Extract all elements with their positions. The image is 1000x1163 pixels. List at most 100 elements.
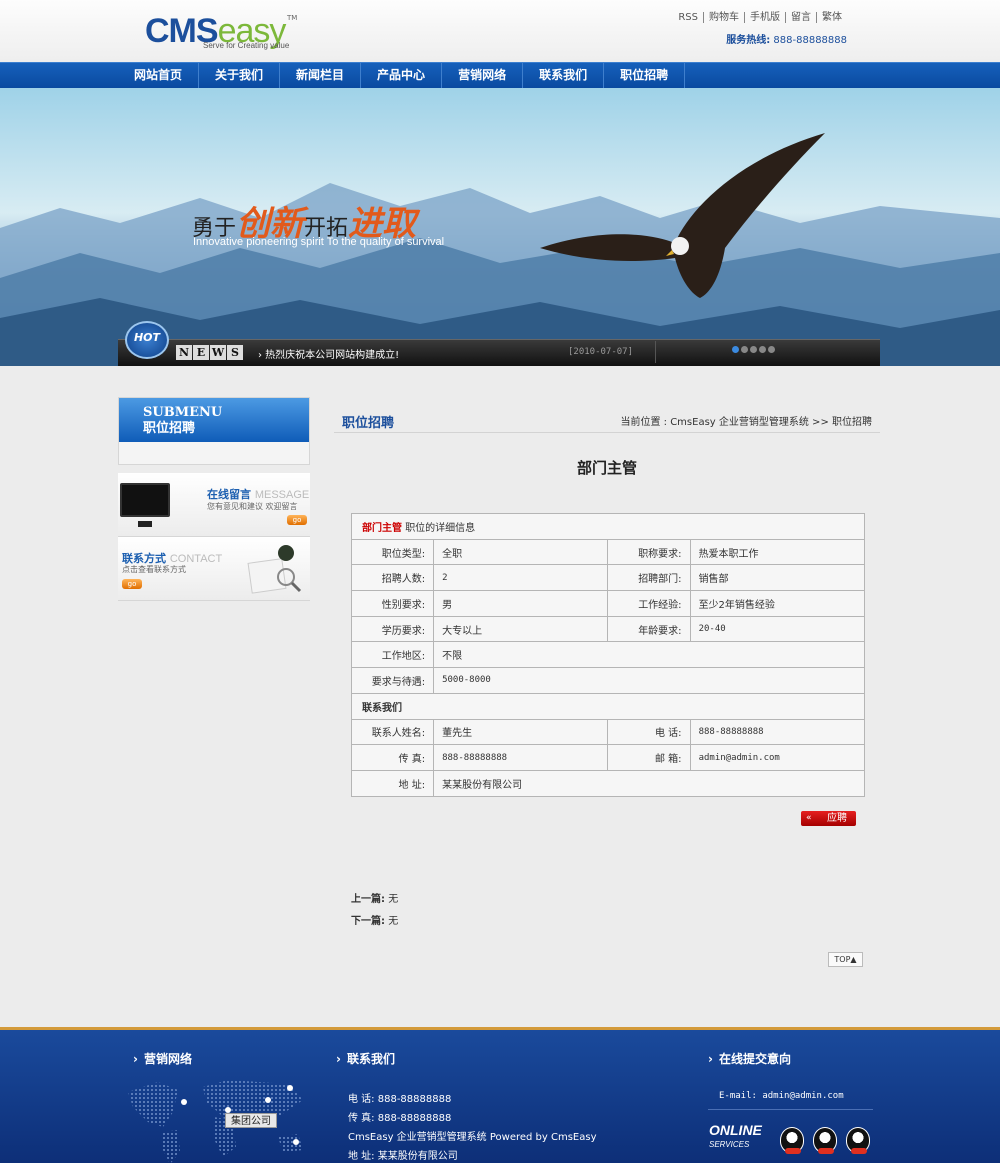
qq-penguin-icon-1[interactable] (780, 1127, 804, 1154)
guestbook-link[interactable]: 留言 (785, 12, 816, 23)
job-title: 部门主管 (576, 459, 637, 477)
submenu-box: SUBMENU 职位招聘 (118, 397, 310, 465)
fax-value: 888-88888888 (433, 744, 609, 771)
slider-dot-2[interactable] (741, 346, 748, 353)
qq-penguin-icon-2[interactable] (813, 1127, 837, 1154)
salary-label: 要求与待遇: (350, 667, 435, 694)
cmseasy-logo[interactable]: CMSeasy TM Serve for Creating value (145, 12, 305, 52)
gender-value: 男 (433, 590, 609, 617)
footer-fax: 传 真: 888-88888888 (348, 1113, 452, 1124)
submenu-title: 职位招聘 (143, 421, 196, 436)
title-req-value: 热爱本职工作 (689, 538, 866, 566)
footer-email[interactable]: E-mail: admin@admin.com (719, 1091, 844, 1101)
footer-intent-title: 在线提交意向 (708, 1050, 791, 1067)
mobile-link[interactable]: 手机版 (744, 12, 785, 23)
email-label: 邮 箱: (607, 744, 691, 771)
phone-value: 888-88888888 (689, 718, 866, 746)
headcount-label: 招聘人数: (350, 564, 435, 592)
slider-dot-4[interactable] (759, 346, 766, 353)
breadcrumb: 当前位置 : CmsEasy 企业营销型管理系统 >> 职位招聘 (620, 417, 872, 428)
contact-person-label: 联系人姓名: (350, 718, 435, 746)
news-divider (655, 341, 656, 363)
logo-trademark: TM (287, 14, 298, 22)
slider-dot-5[interactable] (768, 346, 775, 353)
section-title: 职位招聘 (342, 416, 395, 431)
monitor-icon (120, 483, 170, 527)
address-value: 某某股份有限公司 (433, 769, 865, 797)
education-label: 学历要求: (350, 615, 435, 643)
headcount-value: 2 (433, 564, 609, 592)
news-label: NEWS (176, 345, 243, 360)
slider-dot-3[interactable] (750, 346, 757, 353)
contact-go-button[interactable]: go (122, 579, 142, 589)
traditional-chinese-link[interactable]: 繁体 (816, 12, 847, 23)
area-label: 工作地区: (350, 641, 435, 669)
rss-link[interactable]: RSS (673, 12, 703, 23)
nav-home[interactable]: 网站首页 (118, 63, 200, 88)
main-nav: 网站首页 关于我们 新闻栏目 产品中心 营销网络 联系我们 职位招聘 (0, 62, 1000, 88)
site-footer: 营销网络 联系我们 在线提交意向 集团公司 电 话: 888-88888888 … (0, 1027, 1000, 1163)
footer-powered-by[interactable]: CmsEasy 企业营销型管理系统 Powered by CmsEasy (348, 1128, 597, 1143)
footer-network-title: 营销网络 (133, 1050, 192, 1067)
contact-section-header: 联系我们 (351, 692, 865, 720)
phone-label: 电 话: (607, 718, 691, 746)
nav-about[interactable]: 关于我们 (199, 63, 281, 88)
contact-promo[interactable]: 联系方式 CONTACT 点击查看联系方式 go (118, 537, 310, 601)
qq-penguin-icon-3[interactable] (846, 1127, 870, 1154)
department-label: 招聘部门: (607, 564, 691, 592)
service-hotline: 服务热线: 888-88888888 (726, 35, 847, 46)
online-services-sublabel: SERVICES (709, 1140, 750, 1149)
nav-network[interactable]: 营销网络 (442, 63, 524, 88)
double-left-arrow-icon: « (806, 813, 812, 823)
news-headline-link[interactable]: › 热烈庆祝本公司网站构建成立! (258, 346, 399, 361)
message-promo[interactable]: 在线留言 MESSAGE 您有意见和建议 欢迎留言 go (118, 473, 310, 537)
message-subtitle: 您有意见和建议 欢迎留言 (207, 502, 298, 511)
contact-subtitle: 点击查看联系方式 (122, 565, 186, 574)
online-services-label: ONLINE (709, 1122, 762, 1138)
nav-products[interactable]: 产品中心 (361, 63, 443, 88)
nav-jobs[interactable]: 职位招聘 (604, 63, 686, 88)
nav-news[interactable]: 新闻栏目 (280, 63, 362, 88)
news-date: [2010-07-07] (568, 347, 634, 357)
previous-article[interactable]: 上一篇: 无 (351, 890, 398, 905)
age-value: 20-40 (689, 615, 866, 643)
education-value: 大专以上 (433, 615, 609, 643)
back-to-top-button[interactable]: TOP▲ (828, 952, 863, 967)
next-article[interactable]: 下一篇: 无 (351, 912, 398, 927)
hero-banner: 勇于创新开拓进取 Innovative pioneering spirit To… (0, 88, 1000, 366)
submenu-title-english: SUBMENU (143, 405, 223, 420)
world-map-icon (128, 1080, 303, 1163)
message-go-button[interactable]: go (287, 515, 307, 525)
cart-link[interactable]: 购物车 (703, 12, 744, 23)
salary-value: 5000-8000 (433, 667, 865, 694)
group-company-label: 集团公司 (225, 1113, 277, 1128)
job-type-label: 职位类型: (350, 538, 435, 566)
job-detail-table: 部门主管 职位的详细信息 职位类型: 全职 职称要求: 热爱本职工作 招聘人数:… (350, 513, 866, 797)
hot-badge: HOT (125, 321, 169, 359)
submenu-header: SUBMENU 职位招聘 (119, 398, 309, 442)
slider-dot-1[interactable] (732, 346, 739, 353)
email-value[interactable]: admin@admin.com (689, 744, 866, 771)
area-value: 不限 (433, 641, 865, 669)
department-value: 销售部 (689, 564, 866, 592)
apply-button-label: 应聘 (827, 813, 847, 824)
gender-label: 性别要求: (350, 590, 435, 617)
logo-slogan: Serve for Creating value (203, 41, 290, 50)
job-table-header: 部门主管 职位的详细信息 (351, 513, 865, 540)
footer-contact-title: 联系我们 (336, 1050, 395, 1067)
slider-dots (732, 346, 775, 353)
apply-button[interactable]: « 应聘 (801, 811, 856, 826)
footer-address: 地 址: 某某股份有限公司 (348, 1151, 458, 1162)
eagle-icon (540, 133, 825, 298)
experience-value: 至少2年销售经验 (689, 590, 866, 617)
message-title: 在线留言 MESSAGE (207, 488, 310, 501)
age-label: 年龄要求: (607, 615, 691, 643)
contact-person-value: 董先生 (433, 718, 609, 746)
address-label: 地 址: (350, 769, 435, 797)
notebook-magnifier-icon (247, 545, 302, 594)
experience-label: 工作经验: (607, 590, 691, 617)
footer-divider (708, 1109, 873, 1110)
nav-contact[interactable]: 联系我们 (523, 63, 605, 88)
job-type-value: 全职 (433, 538, 609, 566)
fax-label: 传 真: (350, 744, 435, 771)
